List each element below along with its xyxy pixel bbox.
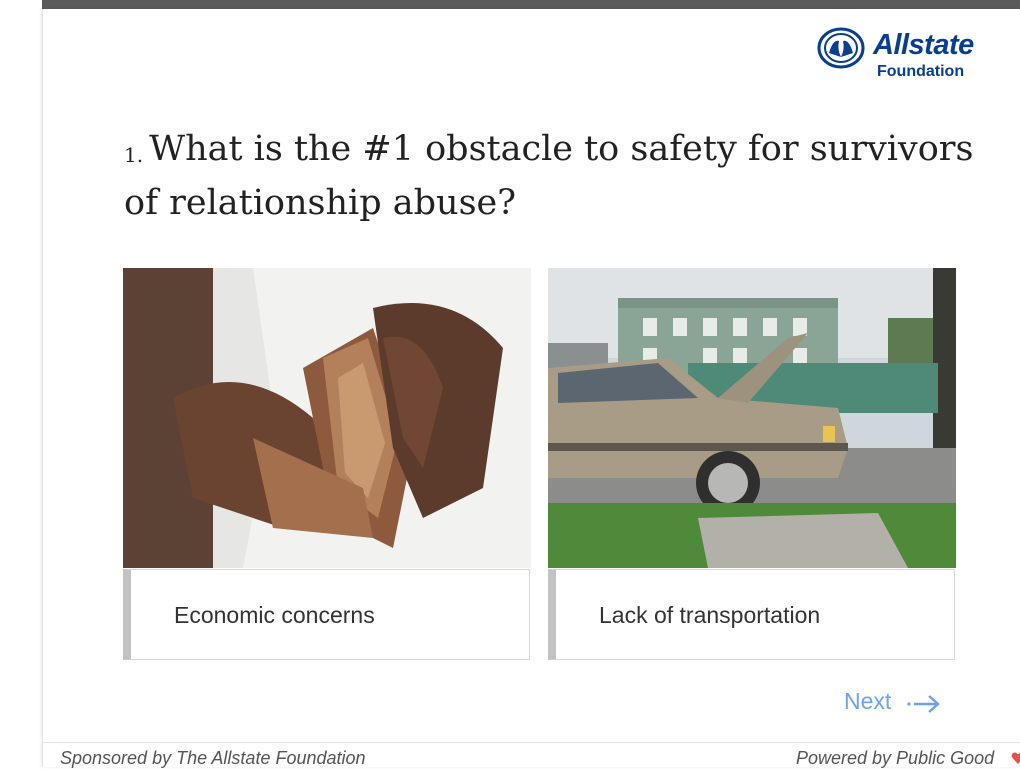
footer-divider bbox=[42, 742, 1020, 743]
allstate-foundation-logo: Allstate Foundation bbox=[815, 27, 985, 85]
answer-label-box: Lack of transportation bbox=[548, 569, 955, 660]
question-title: 1. What is the #1 obstacle to safety for … bbox=[124, 122, 984, 230]
answer-option-transportation[interactable]: Lack of transportation bbox=[548, 268, 956, 660]
powered-by-link[interactable]: Powered by Public Good bbox=[796, 748, 994, 769]
next-button[interactable]: Next bbox=[844, 688, 891, 715]
empty-wallet-photo bbox=[123, 268, 531, 568]
question-number: 1. bbox=[124, 143, 144, 167]
answer-label: Economic concerns bbox=[174, 602, 375, 628]
logo-brand-text: Allstate bbox=[873, 29, 974, 61]
arrow-right-icon[interactable] bbox=[906, 694, 942, 714]
sponsor-text: Sponsored by The Allstate Foundation bbox=[60, 748, 366, 768]
broken-down-car-photo bbox=[548, 268, 956, 568]
question-text: What is the #1 obstacle to safety for su… bbox=[124, 129, 974, 223]
answer-label-box: Economic concerns bbox=[123, 569, 530, 660]
left-gutter bbox=[0, 0, 42, 767]
answer-option-economic[interactable]: Economic concerns bbox=[123, 268, 531, 660]
heart-icon bbox=[1011, 752, 1020, 764]
allstate-hands-icon bbox=[817, 27, 865, 69]
top-bar bbox=[0, 0, 1020, 9]
answer-label: Lack of transportation bbox=[599, 602, 821, 628]
logo-sub-text: Foundation bbox=[877, 63, 965, 80]
